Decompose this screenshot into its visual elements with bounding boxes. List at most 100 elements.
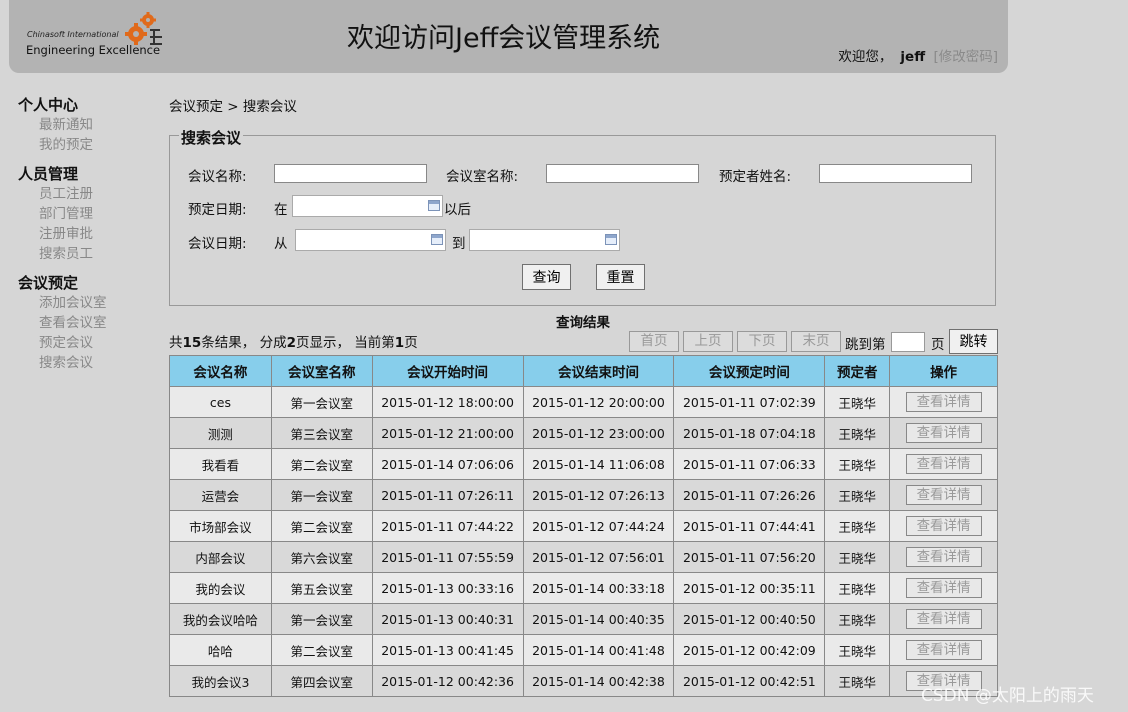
view-details-button[interactable]: 查看详情 xyxy=(905,640,982,660)
next-page-button[interactable]: 下页 xyxy=(737,331,787,352)
calendar-icon[interactable] xyxy=(605,234,617,245)
column-header: 会议结束时间 xyxy=(522,355,675,387)
column-header: 会议室名称 xyxy=(270,355,373,387)
booker-name-input[interactable] xyxy=(819,164,972,183)
page-count: 2 xyxy=(286,335,296,351)
sidebar-item[interactable]: 预定会议 xyxy=(18,333,148,353)
meeting-date-label: 会议日期: xyxy=(188,236,247,252)
table-cell: 王晓华 xyxy=(824,386,891,418)
summary-mid1: 条结果， 分成 xyxy=(201,335,287,351)
table-cell: 2015-01-13 00:40:31 xyxy=(371,603,524,635)
table-row: 我看看 第二会议室 2015-01-14 07:06:06 2015-01-14 11… xyxy=(169,448,998,480)
view-details-button[interactable]: 查看详情 xyxy=(905,516,982,536)
header: Chinasoft International Engineering Exce… xyxy=(9,0,1008,73)
table-cell: 第一会议室 xyxy=(270,603,373,635)
room-name-label: 会议室名称: xyxy=(446,169,519,185)
meeting-name-label: 会议名称: xyxy=(188,169,247,185)
sidebar-item[interactable]: 部门管理 xyxy=(18,204,148,224)
table-cell: 2015-01-14 07:06:06 xyxy=(371,448,524,480)
view-details-button[interactable]: 查看详情 xyxy=(905,423,982,443)
first-page-button[interactable]: 首页 xyxy=(629,331,679,352)
table-cell: 第二会议室 xyxy=(270,634,373,666)
view-details-button[interactable]: 查看详情 xyxy=(905,485,982,505)
sidebar-item[interactable]: 搜索员工 xyxy=(18,244,148,264)
sidebar-group: 会议预定 添加会议室 查看会议室 预定会议 搜索会议 xyxy=(18,273,148,373)
welcome-text: 欢迎您， xyxy=(838,49,893,65)
sidebar-item[interactable]: 查看会议室 xyxy=(18,313,148,333)
table-cell: 2015-01-11 07:56:20 xyxy=(673,541,826,573)
table-cell: 王晓华 xyxy=(824,448,891,480)
view-details-button[interactable]: 查看详情 xyxy=(905,609,982,629)
jump-button[interactable]: 跳转 xyxy=(949,329,998,354)
summary-suffix: 页 xyxy=(404,335,418,351)
table-cell: 王晓华 xyxy=(824,541,891,573)
reset-button[interactable]: 重置 xyxy=(596,264,645,290)
calendar-icon[interactable] xyxy=(428,200,440,211)
table-cell: 我的会议哈哈 xyxy=(169,603,272,635)
table-header-row: 会议名称 会议室名称 会议开始时间 会议结束时间 会议预定时间 预定者 操作 xyxy=(169,355,998,387)
view-details-button[interactable]: 查看详情 xyxy=(905,578,982,598)
results-table: 会议名称 会议室名称 会议开始时间 会议结束时间 会议预定时间 预定者 操作 ces 第一会议… xyxy=(169,355,998,697)
logo-line1: Chinasoft International xyxy=(27,30,119,39)
watermark: CSDN @太阳上的雨天 xyxy=(921,686,1094,706)
column-header: 预定者 xyxy=(824,355,891,387)
jump-page-input[interactable] xyxy=(891,332,925,352)
table-cell: 哈哈 xyxy=(169,634,272,666)
table-cell: 王晓华 xyxy=(824,479,891,511)
last-page-button[interactable]: 末页 xyxy=(791,331,841,352)
summary-mid2: 页显示， 当前第 xyxy=(296,335,395,351)
table-row: 我的会议哈哈 第一会议室 2015-01-13 00:40:31 2015-01-14… xyxy=(169,603,998,635)
booking-after-text: 以后 xyxy=(444,202,471,218)
meeting-date-to-input[interactable] xyxy=(469,229,620,251)
action-cell: 查看详情 xyxy=(889,479,998,511)
action-cell: 查看详情 xyxy=(889,417,998,449)
date-to-text: 到 xyxy=(452,236,466,252)
table-cell: 我看看 xyxy=(169,448,272,480)
sidebar-item[interactable]: 最新通知 xyxy=(18,115,148,135)
query-button[interactable]: 查询 xyxy=(522,264,571,290)
booking-date-input[interactable] xyxy=(292,195,443,217)
current-page: 1 xyxy=(394,335,405,351)
action-cell: 查看详情 xyxy=(889,386,998,418)
view-details-button[interactable]: 查看详情 xyxy=(905,547,982,567)
view-details-button[interactable]: 查看详情 xyxy=(905,454,982,474)
table-cell: 王晓华 xyxy=(824,665,891,697)
table-cell: 2015-01-12 21:00:00 xyxy=(371,417,524,449)
table-cell: 2015-01-12 07:44:24 xyxy=(522,510,675,542)
table-cell: 2015-01-12 07:56:01 xyxy=(522,541,675,573)
meeting-name-input[interactable] xyxy=(274,164,427,183)
sidebar-item[interactable]: 员工注册 xyxy=(18,184,148,204)
table-row: 我的会议 第五会议室 2015-01-13 00:33:16 2015-01-14 0… xyxy=(169,572,998,604)
sidebar-item[interactable]: 添加会议室 xyxy=(18,293,148,313)
table-cell: 2015-01-11 07:26:26 xyxy=(673,479,826,511)
table-cell: 2015-01-12 00:42:51 xyxy=(673,665,826,697)
sidebar-group-title: 人员管理 xyxy=(18,165,79,183)
sidebar-group: 个人中心 最新通知 我的预定 xyxy=(18,95,148,155)
sidebar-group-title: 个人中心 xyxy=(18,96,79,114)
table-cell: 运营会 xyxy=(169,479,272,511)
action-cell: 查看详情 xyxy=(889,448,998,480)
sidebar-nav: 个人中心 最新通知 我的预定人员管理 员工注册 部门管理 注册审批 搜索员工会议预定 添加会议… xyxy=(18,95,148,382)
view-details-button[interactable]: 查看详情 xyxy=(905,392,982,412)
table-cell: 2015-01-14 11:06:08 xyxy=(522,448,675,480)
table-cell: 2015-01-12 00:35:11 xyxy=(673,572,826,604)
table-cell: 2015-01-11 07:02:39 xyxy=(673,386,826,418)
table-cell: 第五会议室 xyxy=(270,572,373,604)
table-cell: 第二会议室 xyxy=(270,510,373,542)
search-fieldset: 搜索会议 会议名称: 会议室名称: 预定者姓名: 预定日期: 在 以后 会议日期… xyxy=(169,127,996,306)
sidebar-item[interactable]: 搜索会议 xyxy=(18,353,148,373)
calendar-icon[interactable] xyxy=(431,234,443,245)
table-cell: 我的会议 xyxy=(169,572,272,604)
booker-name-label: 预定者姓名: xyxy=(719,169,792,185)
prev-page-button[interactable]: 上页 xyxy=(683,331,733,352)
change-password-link[interactable]: [修改密码] xyxy=(933,49,998,65)
meeting-date-from-input[interactable] xyxy=(295,229,446,251)
column-header: 会议预定时间 xyxy=(673,355,826,387)
table-row: 内部会议 第六会议室 2015-01-11 07:55:59 2015-01-12 0… xyxy=(169,541,998,573)
sidebar-group-title: 会议预定 xyxy=(18,274,79,292)
table-cell: 2015-01-12 00:42:36 xyxy=(371,665,524,697)
sidebar-item[interactable]: 我的预定 xyxy=(18,135,148,155)
room-name-input[interactable] xyxy=(546,164,699,183)
sidebar-item[interactable]: 注册审批 xyxy=(18,224,148,244)
column-header: 会议开始时间 xyxy=(371,355,524,387)
